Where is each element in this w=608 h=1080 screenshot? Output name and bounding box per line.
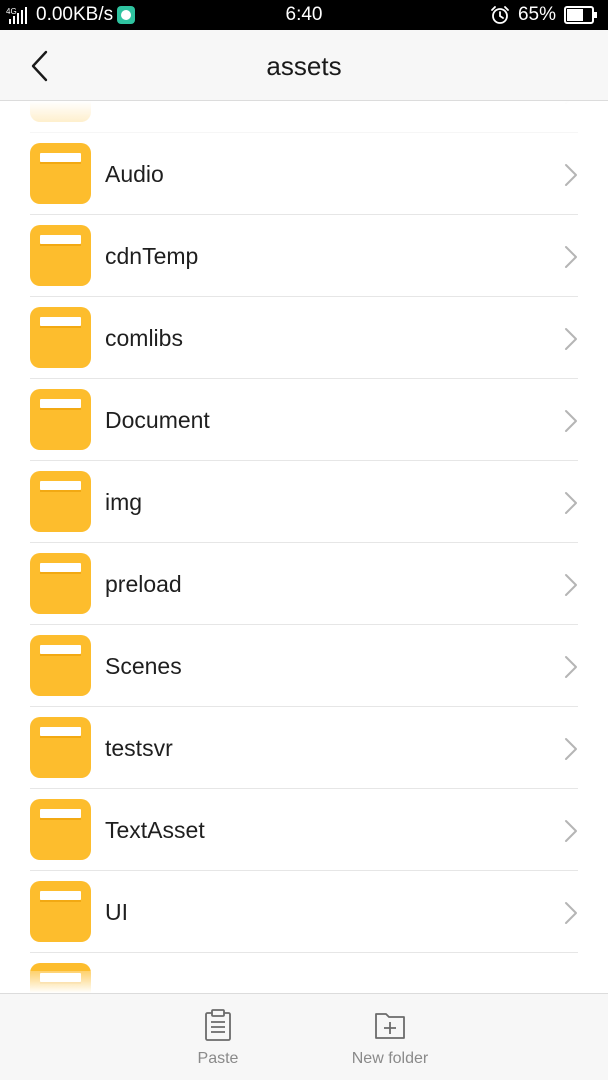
- chevron-right-icon: [565, 902, 577, 924]
- chevron-right-icon: [565, 410, 577, 432]
- clipboard-icon: [205, 1009, 231, 1041]
- folder-icon: [30, 307, 91, 368]
- folder-icon: [30, 717, 91, 778]
- folder-list[interactable]: AStarPath Audio cdnTemp comlibs Document img p…: [0, 101, 608, 993]
- folder-icon: [30, 471, 91, 532]
- file-manager-screen: 4G 0.00KB/s 6:40 65% assets Audio cdnTem…: [0, 0, 608, 1080]
- folder-row[interactable]: Scenes: [0, 625, 608, 707]
- chevron-right-icon: [565, 820, 577, 842]
- folder-name: cdnTemp: [105, 243, 199, 269]
- folder-row[interactable]: comlibs: [0, 297, 608, 379]
- chevron-right-icon: [565, 738, 577, 760]
- folder-icon: [30, 389, 91, 450]
- status-bar: 4G 0.00KB/s 6:40 65%: [0, 0, 608, 30]
- folder-name: img: [105, 489, 143, 515]
- folder-list-content: AStarPath Audio cdnTemp comlibs Document img p…: [0, 101, 608, 993]
- chevron-right-icon: [565, 164, 577, 186]
- folder-row[interactable]: [0, 953, 608, 993]
- folder-icon: [30, 101, 91, 122]
- paste-button[interactable]: Paste: [148, 1004, 288, 1074]
- folder-name: Audio: [105, 161, 164, 187]
- folder-row[interactable]: testsvr: [0, 707, 608, 789]
- folder-name: Document: [105, 407, 210, 433]
- page-title: assets: [266, 51, 342, 81]
- folder-name: preload: [105, 571, 182, 597]
- folder-icon: [30, 963, 91, 993]
- folder-row[interactable]: Document: [0, 379, 608, 461]
- status-right: 65%: [490, 4, 598, 26]
- folder-name: Scenes: [105, 653, 182, 679]
- folder-name: AStarPath: [105, 101, 210, 105]
- folder-row[interactable]: TextAsset: [0, 789, 608, 871]
- folder-icon: [30, 143, 91, 204]
- folder-icon: [30, 225, 91, 286]
- folder-icon: [30, 799, 91, 860]
- folder-row[interactable]: cdnTemp: [0, 215, 608, 297]
- folder-row[interactable]: UI: [0, 871, 608, 953]
- folder-row[interactable]: img: [0, 461, 608, 543]
- new-folder-label: New folder: [351, 1050, 429, 1067]
- folder-row[interactable]: Audio: [0, 133, 608, 215]
- folder-row[interactable]: AStarPath: [0, 101, 608, 133]
- battery-icon: [564, 6, 597, 24]
- new-folder-button[interactable]: New folder: [320, 1004, 460, 1074]
- paste-label: Paste: [197, 1050, 239, 1067]
- folder-icon: [30, 635, 91, 696]
- folder-icon: [30, 881, 91, 942]
- battery-percent: 65%: [517, 4, 556, 25]
- folder-row[interactable]: preload: [0, 543, 608, 625]
- chevron-right-icon: [565, 101, 570, 104]
- chevron-right-icon: [565, 492, 577, 514]
- chevron-right-icon: [565, 246, 577, 268]
- header-bar: assets: [0, 30, 608, 101]
- chevron-right-icon: [565, 656, 577, 678]
- alarm-icon: [491, 6, 509, 24]
- folder-name: UI: [105, 899, 128, 925]
- folder-name: TextAsset: [105, 817, 205, 843]
- new-folder-icon: [375, 1013, 405, 1039]
- chevron-right-icon: [565, 328, 577, 350]
- folder-name: testsvr: [105, 735, 173, 761]
- chevron-right-icon: [565, 574, 577, 596]
- folder-icon: [30, 553, 91, 614]
- folder-name: comlibs: [105, 325, 183, 351]
- bottom-toolbar: Paste New folder: [0, 993, 608, 1080]
